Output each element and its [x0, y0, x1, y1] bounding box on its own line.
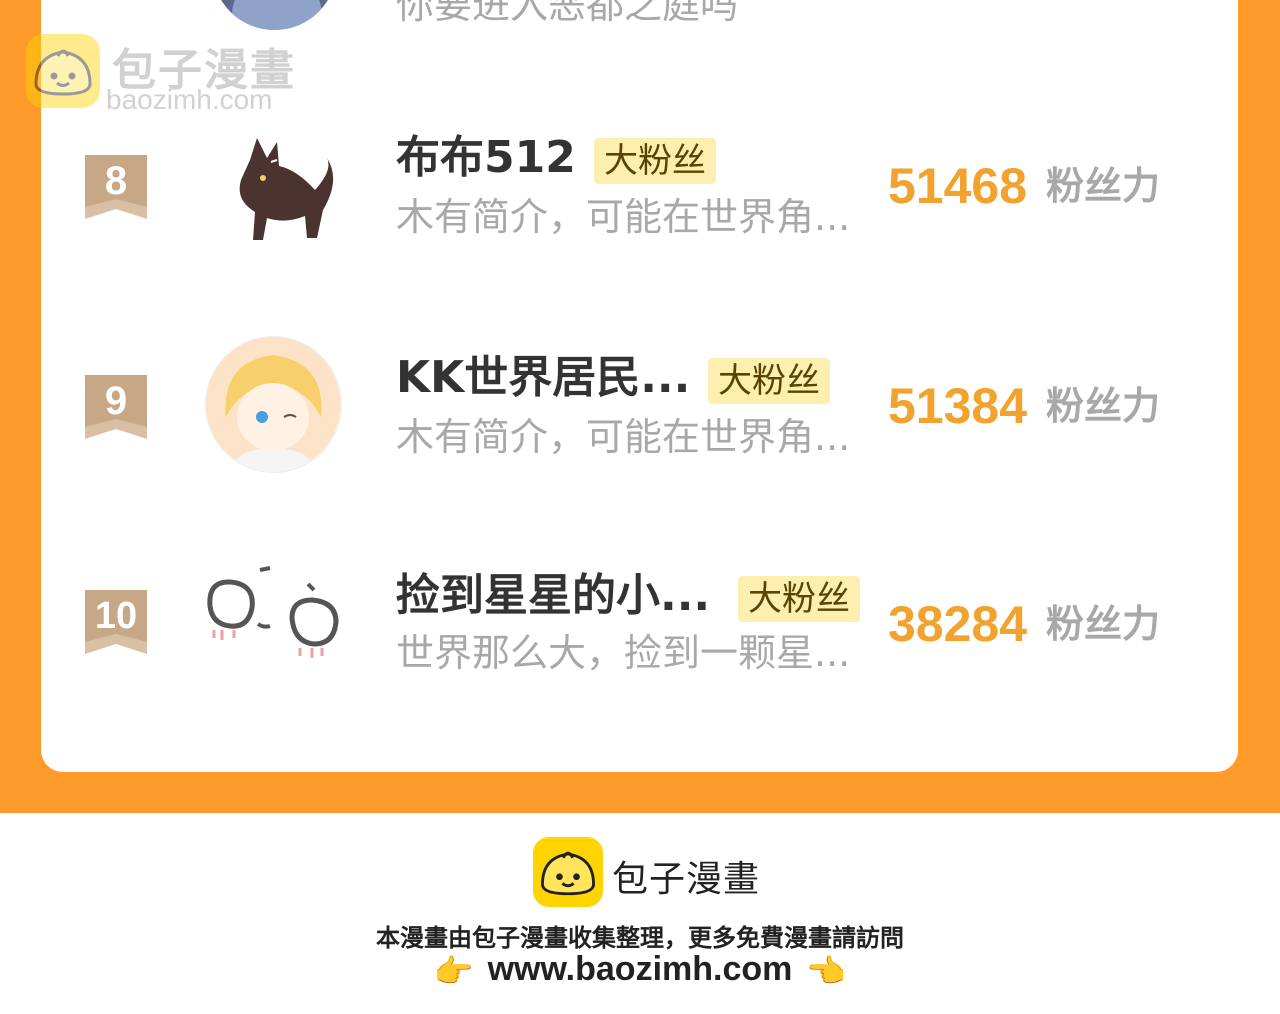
fan-badge: 大粉丝: [738, 576, 860, 622]
pointing-right-hand-icon: 👉: [433, 953, 474, 990]
ranking-row[interactable]: 9 KK世界居民... 大粉丝 木有简介，可能在世界角... 51384 粉丝力: [0, 330, 1280, 480]
watermark: 包子漫畫 baozimh.com: [26, 34, 326, 115]
pointing-left-hand-icon: 👈: [806, 953, 847, 990]
fan-score-unit: 粉丝力: [1046, 164, 1161, 208]
fan-score: 51384: [888, 378, 1028, 434]
baozi-logo-icon: [26, 34, 100, 108]
fan-score-unit: 粉丝力: [1046, 384, 1161, 428]
user-desc: 世界那么大，捡到一颗星...: [396, 631, 851, 675]
baozi-logo-icon: [533, 837, 603, 907]
fan-score: 38284: [888, 596, 1028, 652]
rank-number: 9: [104, 379, 128, 423]
rank-ribbon: 8: [85, 155, 147, 219]
user-desc: 木有简介，可能在世界角...: [396, 415, 851, 459]
user-name[interactable]: 捡到星星的小...: [396, 570, 710, 622]
rank-ribbon: 9: [85, 375, 147, 439]
wolf-avatar-icon[interactable]: [205, 120, 340, 255]
user-desc: 木有简介，可能在世界角...: [396, 195, 851, 239]
ranking-row[interactable]: 8 布布512 大粉丝 木有简介，可能在世界角... 51468 粉丝力: [0, 110, 1280, 260]
doodle-faces-avatar-icon[interactable]: [200, 556, 345, 691]
footer-url-link[interactable]: www.baozimh.com: [488, 950, 793, 988]
fan-badge: 大粉丝: [594, 138, 716, 184]
footer-notice: 本漫畫由包子漫畫收集整理，更多免費漫畫請訪問: [376, 924, 904, 952]
footer-url-row[interactable]: 👉 www.baozimh.com 👈: [0, 950, 1280, 990]
rank-number: 8: [104, 159, 128, 203]
fan-score: 51468: [888, 158, 1028, 214]
rank-ribbon: 10: [85, 590, 147, 654]
user-name[interactable]: KK世界居民...: [396, 352, 690, 404]
rank-number: 10: [94, 595, 138, 637]
user-name[interactable]: 布布512: [396, 132, 576, 184]
footer-brand: 包子漫畫: [612, 859, 761, 900]
prev-entry-desc: 你要进入恶都之庭吗: [396, 0, 739, 27]
anime-boy-avatar-icon[interactable]: [205, 336, 342, 473]
fan-badge: 大粉丝: [708, 358, 830, 404]
ranking-row[interactable]: 10 捡到星星的小... 大粉丝 世界那么大，捡到一颗星... 38284 粉丝…: [0, 550, 1280, 700]
fan-score-unit: 粉丝力: [1046, 602, 1161, 646]
